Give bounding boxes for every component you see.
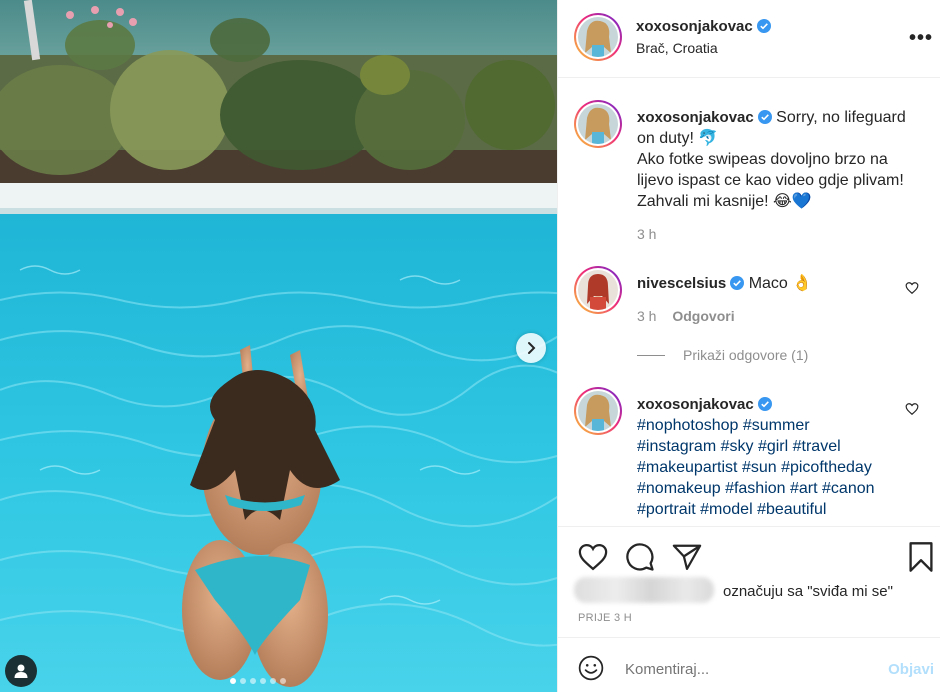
emoji-smile-icon[interactable] <box>578 655 604 681</box>
avatar-image <box>578 391 618 431</box>
next-slide-button[interactable] <box>516 333 546 363</box>
carousel-indicator <box>230 678 286 684</box>
blurred-liker-names <box>574 577 714 603</box>
verified-badge-icon <box>757 397 772 411</box>
post-timestamp[interactable]: PRIJE 3 H <box>578 612 632 624</box>
view-replies-button[interactable]: Prikaži odgovore (1) <box>637 347 808 363</box>
comment-input[interactable] <box>625 661 865 678</box>
post-photo <box>0 0 557 692</box>
caption-text: xoxosonjakovac Sorry, no lifeguard on du… <box>637 107 927 212</box>
tagged-users-button[interactable] <box>5 655 37 687</box>
hashtag-line[interactable]: #nomakeup #fashion #art #canon <box>637 480 875 497</box>
post-media[interactable] <box>0 0 557 692</box>
hashtag-line[interactable]: #nophotoshop #summer <box>637 417 810 434</box>
replies-divider <box>637 354 665 356</box>
comment-text: Maco 👌 <box>748 275 813 292</box>
post-actions: označuju sa "sviđa mi se" PRIJE 3 H <box>558 526 940 636</box>
comment-item: xoxosonjakovac #nophotoshop #summer #ins… <box>574 387 924 525</box>
caption-line: Ako fotke swipeas dovoljno brzo na <box>637 151 888 168</box>
caption-line: lijevo ispast ce kao video gdje plivam! <box>637 172 904 189</box>
avatar-image <box>578 104 618 144</box>
comment-item: nivescelsius Maco 👌 3 h Odgovori <box>574 266 924 326</box>
post-details-panel: xoxosonjakovac Brač, Croatia ••• xoxoson… <box>557 0 940 692</box>
hashtag-line[interactable]: #portrait #model #beautiful <box>637 501 826 518</box>
author-avatar[interactable] <box>574 13 622 61</box>
verified-badge-icon <box>756 19 771 33</box>
add-comment-bar: Objavi <box>558 637 940 692</box>
carousel-dot <box>250 678 256 684</box>
carousel-dot <box>230 678 236 684</box>
chevron-right-icon <box>528 342 536 354</box>
post-comment-button[interactable]: Objavi <box>888 661 934 678</box>
comment-bubble-icon[interactable] <box>625 542 655 572</box>
comments-list: xoxosonjakovac Sorry, no lifeguard on du… <box>558 79 940 525</box>
carousel-dot <box>260 678 266 684</box>
author-username[interactable]: xoxosonjakovac <box>636 18 753 35</box>
comment-like-heart-icon[interactable] <box>905 281 919 295</box>
commenter-avatar[interactable] <box>574 387 622 435</box>
avatar-image <box>578 270 618 310</box>
caption-line: Zahvali mi kasnije! 😂💙 <box>637 193 812 210</box>
caption-line: Sorry, no lifeguard <box>776 109 906 126</box>
caption-avatar[interactable] <box>574 100 622 148</box>
caption: xoxosonjakovac Sorry, no lifeguard on du… <box>574 100 924 250</box>
comment-like-heart-icon[interactable] <box>905 402 919 416</box>
user-icon <box>14 664 28 678</box>
like-heart-icon[interactable] <box>578 543 608 571</box>
avatar-image <box>578 17 618 57</box>
caption-username[interactable]: xoxosonjakovac <box>637 109 754 126</box>
share-paper-plane-icon[interactable] <box>672 543 702 571</box>
commenter-avatar[interactable] <box>574 266 622 314</box>
carousel-dot <box>280 678 286 684</box>
commenter-username[interactable]: nivescelsius <box>637 275 726 292</box>
view-replies-label: Prikaži odgovore (1) <box>683 347 809 363</box>
likes-label: označuju sa "sviđa mi se" <box>723 583 893 600</box>
post-header: xoxosonjakovac Brač, Croatia ••• <box>558 0 940 78</box>
more-options-button[interactable]: ••• <box>909 27 933 50</box>
post-location[interactable]: Brač, Croatia <box>636 40 718 56</box>
hashtag-line[interactable]: #makeupartist #sun #picoftheday <box>637 459 872 476</box>
save-bookmark-icon[interactable] <box>908 541 934 573</box>
commenter-username[interactable]: xoxosonjakovac <box>637 396 754 413</box>
likes-summary[interactable]: označuju sa "sviđa mi se" <box>574 575 934 607</box>
caption-line: on duty! 🐬 <box>637 130 719 147</box>
comment-time: 3 h <box>637 308 657 324</box>
verified-badge-icon <box>757 110 772 124</box>
reply-button[interactable]: Odgovori <box>672 308 734 324</box>
verified-badge-icon <box>730 276 745 290</box>
hashtag-line[interactable]: #instagram #sky #girl #travel <box>637 438 841 455</box>
caption-time: 3 h <box>637 226 657 242</box>
carousel-dot <box>270 678 276 684</box>
carousel-dot <box>240 678 246 684</box>
